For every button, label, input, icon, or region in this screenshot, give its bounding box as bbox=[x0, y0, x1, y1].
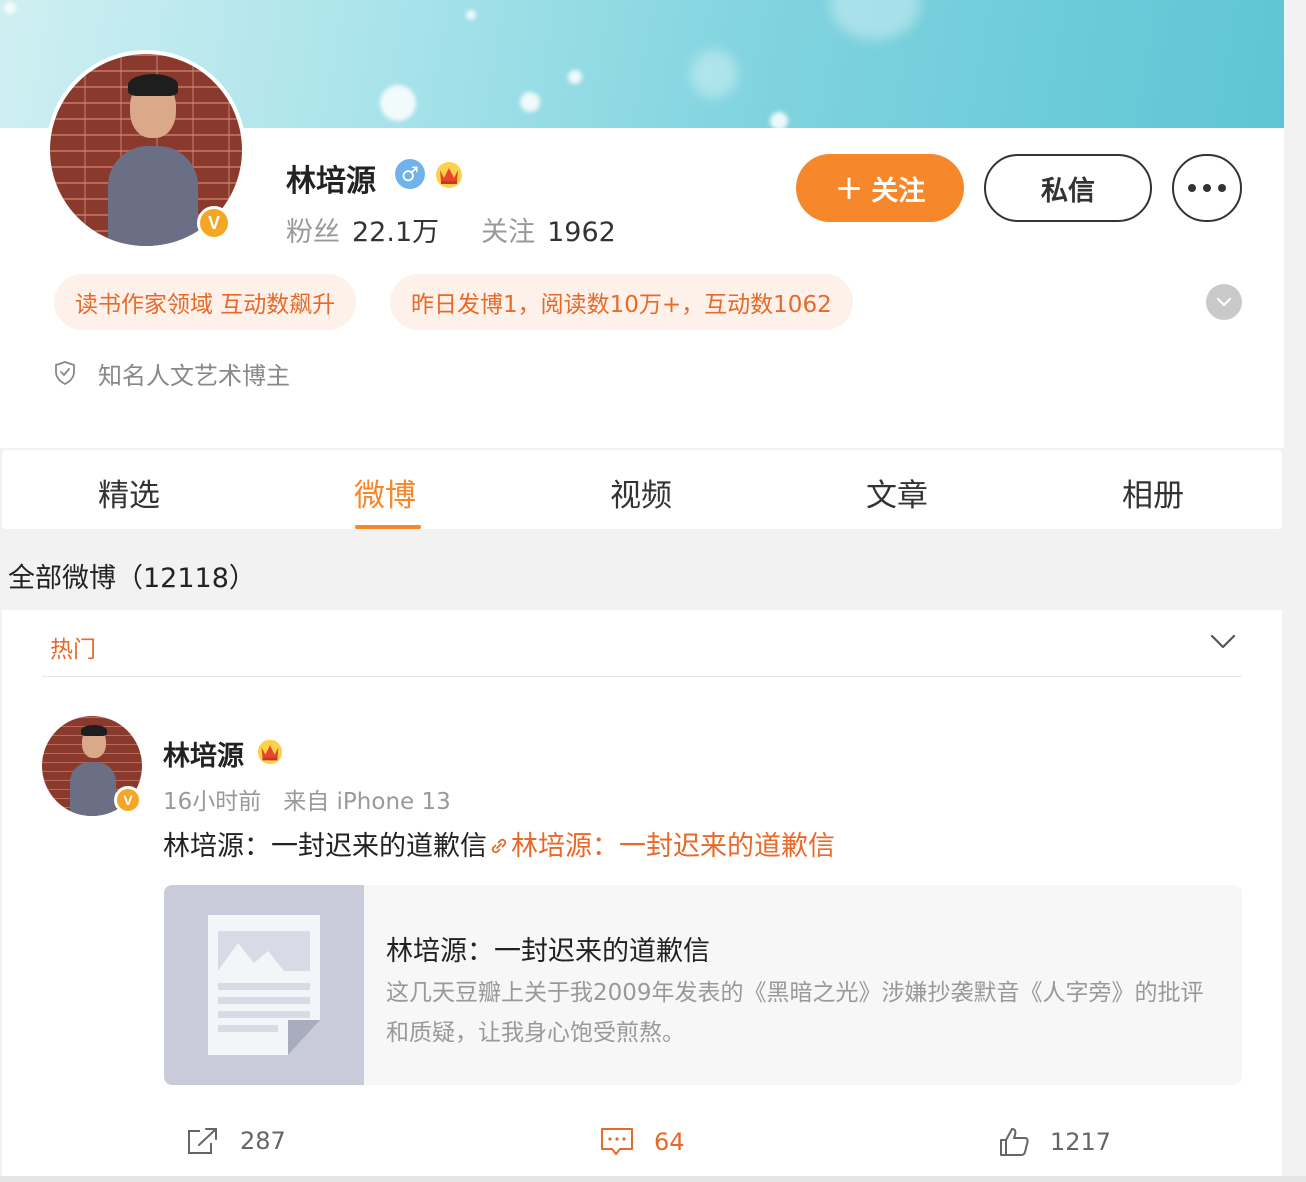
repost-button[interactable]: 287 bbox=[186, 1126, 286, 1156]
chevron-down-icon bbox=[1216, 297, 1232, 307]
bokeh-light bbox=[830, 0, 920, 40]
verified-badge: V bbox=[114, 786, 142, 814]
feed-panel: 热门 V 林培源 16小时前 来自 iPhone 13 林培源：一封迟来的道歉信… bbox=[2, 610, 1282, 1182]
male-gender-icon: ♂ bbox=[395, 159, 425, 189]
post-source: 来自 iPhone 13 bbox=[283, 789, 451, 815]
bokeh-light bbox=[466, 10, 476, 20]
crown-icon bbox=[257, 739, 283, 765]
tab-articles[interactable]: 文章 bbox=[866, 470, 928, 515]
article-card-title: 林培源：一封迟来的道歉信 bbox=[386, 936, 710, 967]
profile-card: V 林培源 ♂ 粉丝 22.1万 关注 1962 + 关注 私信 读书作家领域 互动… bbox=[0, 50, 1284, 448]
post-article-link[interactable]: 林培源：一封迟来的道歉信 bbox=[511, 831, 835, 862]
document-icon bbox=[208, 915, 320, 1055]
page-bottom-edge bbox=[0, 1176, 1306, 1182]
bokeh-light bbox=[690, 50, 738, 98]
tab-featured[interactable]: 精选 bbox=[98, 470, 160, 515]
dot-icon bbox=[1203, 184, 1211, 192]
following-count[interactable]: 关注 1962 bbox=[481, 210, 616, 249]
profile-description: 知名人文艺术博主 bbox=[98, 362, 290, 390]
tag-domain-trend[interactable]: 读书作家领域 互动数飙升 bbox=[54, 274, 357, 330]
message-button[interactable]: 私信 bbox=[984, 154, 1152, 222]
post-meta: 16小时前 来自 iPhone 13 bbox=[163, 782, 451, 816]
tab-album[interactable]: 相册 bbox=[1122, 470, 1184, 515]
comment-button[interactable]: 64 bbox=[600, 1126, 685, 1158]
link-icon bbox=[491, 838, 507, 854]
comment-icon bbox=[601, 1128, 633, 1155]
all-posts-title: 全部微博（12118） bbox=[8, 563, 256, 594]
bokeh-light bbox=[4, 2, 16, 14]
bokeh-light bbox=[520, 92, 540, 112]
profile-stats: 粉丝 22.1万 关注 1962 bbox=[286, 210, 616, 249]
tag-yesterday-stats[interactable]: 昨日发博1，阅读数10万+，互动数1062 bbox=[390, 274, 853, 330]
profile-name: 林培源 bbox=[286, 164, 376, 199]
expand-info-button[interactable] bbox=[1206, 284, 1242, 320]
share-icon bbox=[188, 1128, 217, 1154]
bokeh-light bbox=[770, 112, 788, 128]
chevron-down-icon[interactable] bbox=[1210, 634, 1236, 650]
article-card-description: 这几天豆瓣上关于我2009年发表的《黑暗之光》涉嫌抄袭默音《人字旁》的批评和质疑… bbox=[386, 980, 1204, 1046]
shield-icon bbox=[55, 361, 75, 386]
post-text: 林培源：一封迟来的道歉信 林培源：一封迟来的道歉信 bbox=[163, 831, 835, 862]
article-thumbnail bbox=[164, 885, 364, 1085]
post-time[interactable]: 16小时前 bbox=[163, 789, 261, 815]
article-card[interactable]: 林培源：一封迟来的道歉信 这几天豆瓣上关于我2009年发表的《黑暗之光》涉嫌抄袭… bbox=[164, 885, 1242, 1085]
follow-button[interactable]: + 关注 bbox=[796, 154, 964, 222]
dot-icon bbox=[1218, 184, 1226, 192]
dot-icon bbox=[1188, 184, 1196, 192]
active-tab-indicator bbox=[355, 525, 421, 529]
verified-badge: V bbox=[197, 206, 231, 240]
divider bbox=[42, 676, 1242, 677]
bokeh-light bbox=[568, 70, 582, 84]
bokeh-light bbox=[380, 85, 416, 121]
fans-count[interactable]: 粉丝 22.1万 bbox=[286, 210, 439, 249]
crown-icon bbox=[436, 162, 462, 188]
more-options-button[interactable] bbox=[1172, 154, 1242, 222]
thumbs-up-icon bbox=[1000, 1128, 1029, 1156]
tab-video[interactable]: 视频 bbox=[610, 470, 672, 515]
post-author-name[interactable]: 林培源 bbox=[163, 734, 244, 773]
tab-weibo[interactable]: 微博 bbox=[354, 470, 416, 515]
plus-icon: + bbox=[834, 168, 864, 208]
like-button[interactable]: 1217 bbox=[998, 1126, 1111, 1158]
profile-tabs: 精选 微博 视频 文章 相册 bbox=[2, 450, 1282, 529]
sort-filter-hot[interactable]: 热门 bbox=[50, 630, 96, 664]
